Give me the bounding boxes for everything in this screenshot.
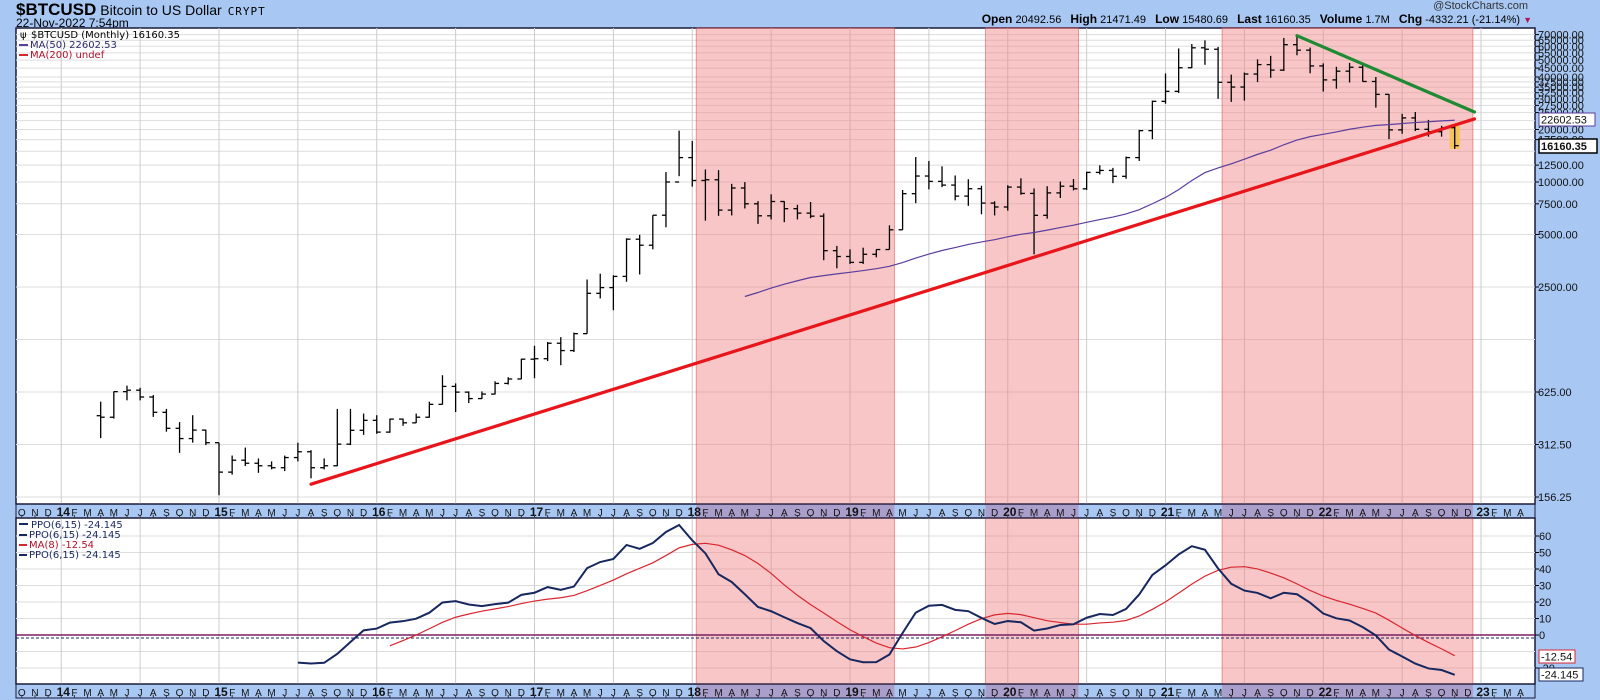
ppo-y-tick-label: 60 <box>1539 531 1551 543</box>
ppo-y-tick-label: 40 <box>1539 564 1551 576</box>
year-label: 15 <box>214 685 228 699</box>
shaded-period-ppo <box>1221 517 1474 685</box>
year-label: 20 <box>1003 505 1017 519</box>
shaded-period-ppo <box>695 517 895 685</box>
y-tick-label: 7500.00 <box>1538 199 1578 211</box>
year-label: 19 <box>845 505 859 519</box>
year-label: 14 <box>57 505 71 519</box>
last-price-tag: 16160.35 <box>1541 141 1587 153</box>
ppo-tag: -24.145 <box>1541 670 1578 682</box>
year-label: 20 <box>1003 685 1017 699</box>
year-label: 22 <box>1319 685 1333 699</box>
ppo-y-tick-label: 0 <box>1539 630 1545 642</box>
year-label: 16 <box>372 505 386 519</box>
y-tick-label: 70000.00 <box>1538 30 1584 42</box>
ma8-tag: -12.54 <box>1541 652 1572 664</box>
year-label: 19 <box>845 685 859 699</box>
ppo-y-tick-label: 20 <box>1539 597 1551 609</box>
chart-canvas: 156.25 312.50 625.00 2500.00 5000.00 7500.00 1… <box>15 27 1598 699</box>
year-label: 21 <box>1161 505 1175 519</box>
ppo-legend: PPO(6,15) -24.145 PPO(6,15) -24.145 MA(8… <box>19 520 123 561</box>
legend-bar-icon: ψ <box>20 30 27 41</box>
y-tick-label: 312.50 <box>1538 440 1572 452</box>
shaded-period-price <box>1221 27 1474 505</box>
shaded-period-ppo <box>984 517 1079 685</box>
year-label: 15 <box>214 505 228 519</box>
year-label: 18 <box>688 505 702 519</box>
shaded-period-price <box>984 27 1079 505</box>
year-label: 14 <box>57 685 71 699</box>
year-label: 23 <box>1476 505 1490 519</box>
year-label: 23 <box>1476 685 1490 699</box>
legend-ppo-3: PPO(6,15) -24.145 <box>29 550 121 561</box>
y-tick-label: 2500.00 <box>1538 282 1578 294</box>
ppo-y-tick-label: 50 <box>1539 548 1551 560</box>
ppo-y-tick-label: 10 <box>1539 614 1551 626</box>
year-label: 17 <box>530 685 544 699</box>
year-label: 18 <box>688 685 702 699</box>
y-tick-label: 5000.00 <box>1538 230 1578 242</box>
y-tick-label: 156.25 <box>1538 492 1572 504</box>
ppo-y-tick-label: 30 <box>1539 581 1551 593</box>
y-tick-label: 10000.00 <box>1538 177 1584 189</box>
shaded-period-price <box>695 27 895 505</box>
y-tick-label: 625.00 <box>1538 387 1572 399</box>
ma50-tag: 22602.53 <box>1541 115 1587 127</box>
year-label: 22 <box>1319 505 1333 519</box>
year-label: 21 <box>1161 685 1175 699</box>
year-label: 17 <box>530 505 544 519</box>
y-tick-label: 12500.00 <box>1538 160 1584 172</box>
legend-ma200: MA(200) undef <box>30 50 105 61</box>
year-label: 16 <box>372 685 386 699</box>
